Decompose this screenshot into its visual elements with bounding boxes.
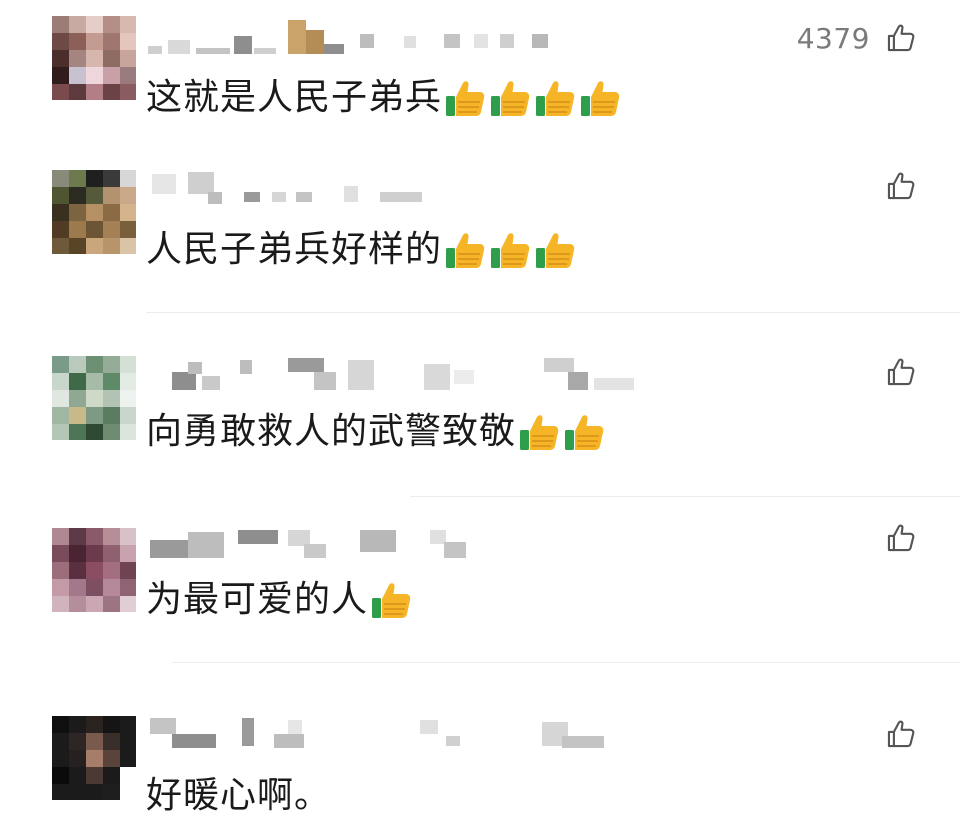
avatar[interactable] [52,356,136,440]
thumbs-up-outline-icon [887,358,915,386]
username-redacted[interactable] [148,524,648,564]
avatar[interactable] [52,170,136,254]
emoji-group [444,228,579,272]
avatar[interactable] [52,16,136,100]
username-redacted[interactable] [148,712,648,752]
thumbs-up-emoji-icon [581,81,620,116]
like-button[interactable] [870,166,918,206]
thumbs-up-emoji-icon [491,81,530,116]
like-count: 4379 [796,21,870,55]
username-redacted[interactable] [148,168,648,208]
comment-text: 人民子弟兵好样的 [146,228,579,272]
thumbs-up-outline-icon [887,524,915,552]
thumbs-up-emoji-icon [565,415,604,450]
emoji-group [444,76,624,120]
comment-text: 这就是人民子弟兵 [146,76,624,120]
like-button[interactable] [870,714,918,754]
thumbs-up-emoji-icon [536,81,575,116]
divider [146,312,960,313]
like-button[interactable] [870,518,918,558]
username-redacted[interactable] [148,18,648,58]
divider [410,496,960,497]
comment-text: 为最可爱的人 [146,578,415,622]
emoji-group [370,578,415,622]
username-redacted[interactable] [148,354,648,394]
like-button[interactable]: 4379 [797,18,918,58]
emoji-group [518,410,608,454]
thumbs-up-outline-icon [887,720,915,748]
avatar[interactable] [52,716,136,800]
like-button[interactable] [870,352,918,392]
divider [172,662,960,663]
thumbs-up-outline-icon [887,24,915,52]
thumbs-up-emoji-icon [372,583,411,618]
thumbs-up-emoji-icon [520,415,559,450]
comment-text: 好暖心啊。 [146,775,332,816]
thumbs-up-outline-icon [887,172,915,200]
thumbs-up-emoji-icon [491,233,530,268]
avatar[interactable] [52,528,136,612]
thumbs-up-emoji-icon [446,81,485,116]
thumbs-up-emoji-icon [446,233,485,268]
thumbs-up-emoji-icon [536,233,575,268]
comment-text: 向勇敢救人的武警致敬 [146,410,608,454]
